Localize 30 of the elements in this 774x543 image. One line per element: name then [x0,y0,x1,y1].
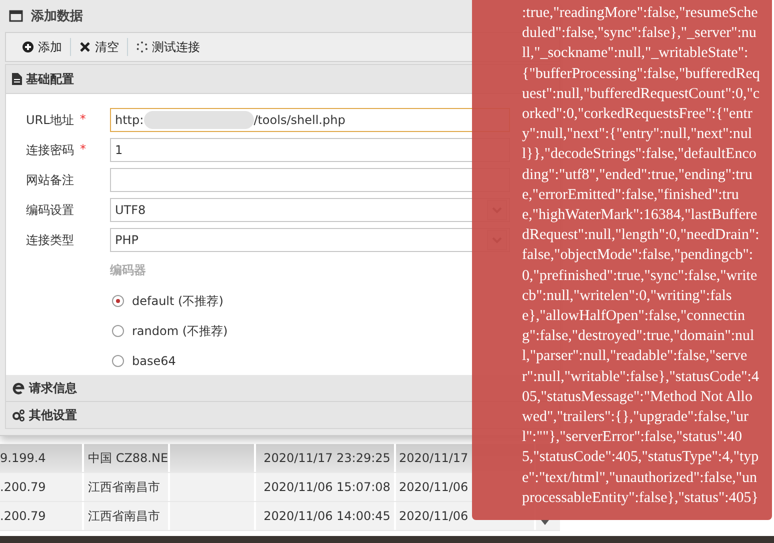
e-letter-icon [12,382,25,394]
toolbar-button[interactable]: 测试连接 [128,36,208,58]
dropdown-value: UTF8 [115,203,146,217]
field-label: 连接密码 [26,142,74,158]
dotted-circle-icon [136,41,148,53]
required-mark: * [80,112,86,128]
table-cell: .200.79 [0,502,84,530]
gears-icon [12,408,25,422]
radio-button[interactable] [112,295,124,307]
panel-title: 请求信息 [29,380,77,396]
cross-icon [79,41,91,53]
field-label: 编码设置 [26,202,74,218]
radio-button[interactable] [112,325,124,337]
document-icon [12,73,22,85]
field-label: 网站备注 [26,172,74,188]
radio-button[interactable] [112,355,124,367]
required-mark: * [80,142,86,158]
toolbar-button[interactable]: 添加 [14,36,70,58]
table-cell: 2020/11/06 14:00:45 [256,502,396,530]
panel-title: 基础配置 [26,70,74,88]
panel-title: 其他设置 [29,406,77,424]
field-label: URL地址 [26,112,74,128]
dropdown-value: PHP [115,233,138,247]
table-cell: 江西省南昌市 [84,502,170,530]
window-icon [9,10,23,22]
plus-circle-icon [22,41,34,53]
triangle-down-icon [541,520,549,524]
window-title: 添加数据 [31,8,83,25]
toolbar-button[interactable]: 清空 [71,36,127,58]
field-label: 连接类型 [26,232,74,248]
